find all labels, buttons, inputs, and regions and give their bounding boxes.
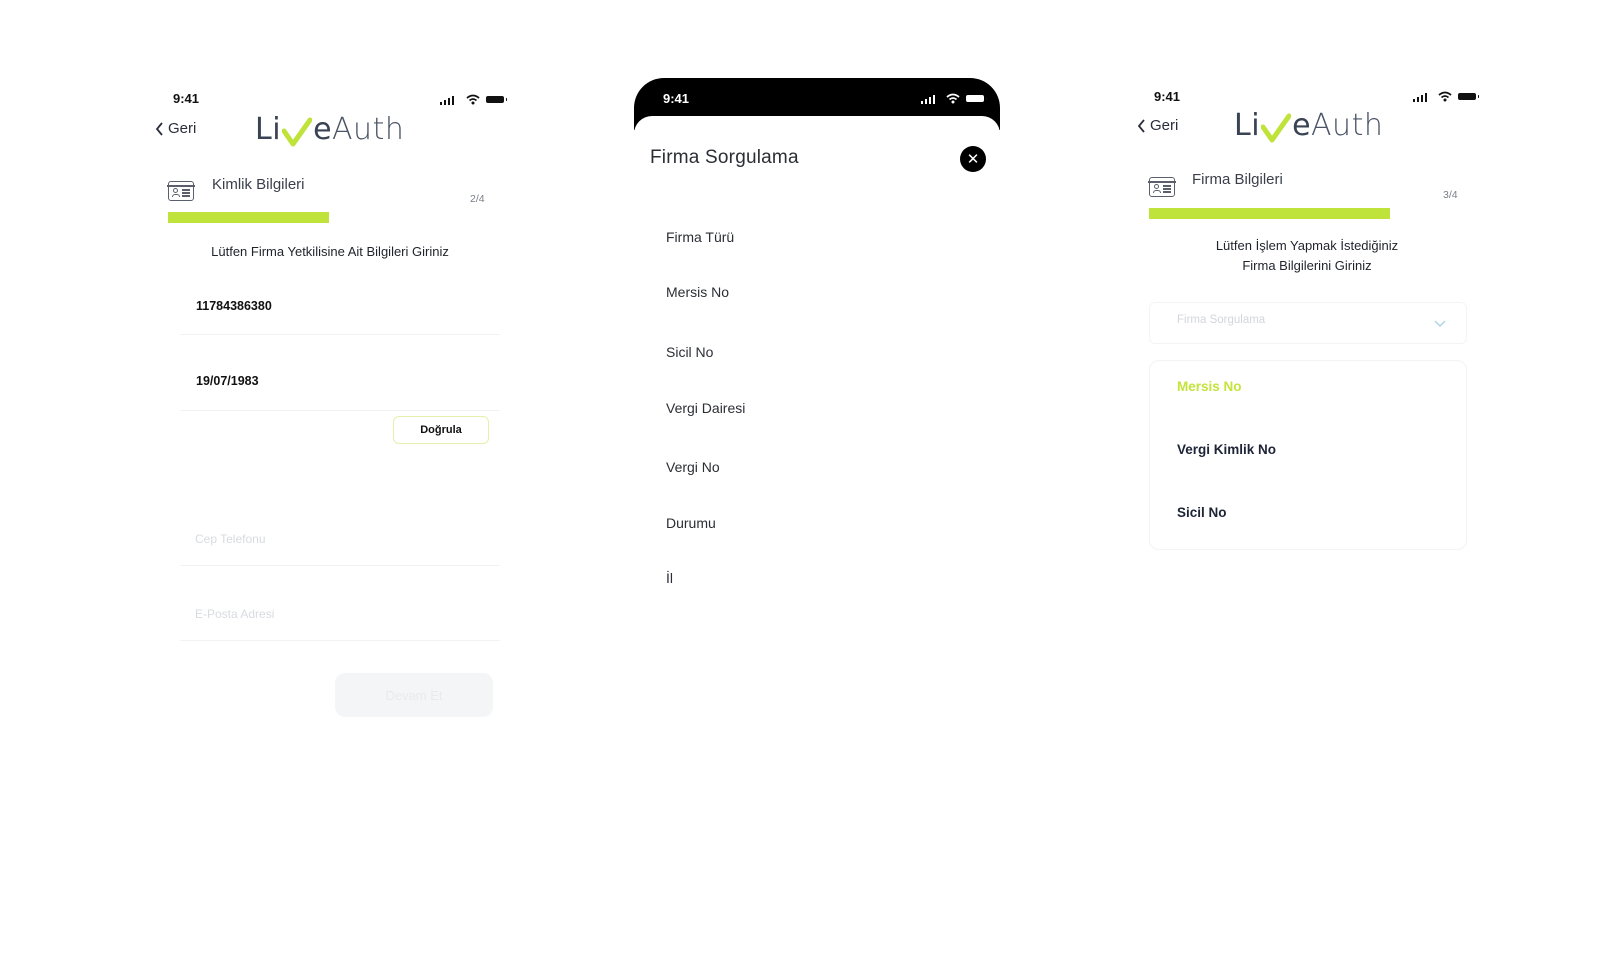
back-button[interactable]: Geri (155, 120, 196, 137)
back-button[interactable]: Geri (1137, 117, 1178, 134)
section-title: Firma Bilgileri (1192, 171, 1283, 188)
check-logo-mark (282, 117, 313, 147)
dropdown-options: Mersis No Vergi Kimlik No Sicil No (1149, 360, 1467, 550)
chevron-left-icon (1137, 118, 1145, 133)
email-input[interactable]: E-Posta Adresi (195, 607, 274, 621)
status-time: 9:41 (1154, 89, 1181, 104)
instruction-text: Lütfen İşlem Yapmak İstediğiniz Firma Bi… (1215, 238, 1399, 273)
field-tax-office: Vergi Dairesi (666, 400, 746, 416)
option-registry-no[interactable]: Sicil No (1177, 505, 1227, 520)
field-tax-no: Vergi No (666, 459, 720, 475)
phone-input[interactable]: Cep Telefonu (195, 532, 266, 546)
tc-number-field[interactable]: 11784386380 (196, 299, 486, 313)
field-status: Durumu (666, 515, 716, 531)
progress-bar (1149, 208, 1390, 219)
liveauth-logo: Li e Auth (1234, 108, 1384, 143)
signal-icon (440, 96, 454, 105)
continue-button[interactable]: Devam Et (335, 673, 493, 717)
close-icon[interactable]: ✕ (960, 146, 986, 172)
battery-icon (1458, 93, 1479, 100)
field-divider (180, 565, 500, 566)
field-company-type: Firma Türü (666, 229, 735, 245)
check-logo-mark (1261, 113, 1292, 143)
screen-company-query-modal: 9:41 Firma Sorgulama ✕ Firma Türü Mersis… (634, 78, 1000, 638)
progress-bar (168, 212, 329, 223)
company-query-dropdown[interactable]: Firma Sorgulama (1149, 302, 1467, 344)
step-indicator: 2/4 (470, 193, 485, 205)
step-indicator: 3/4 (1443, 189, 1458, 201)
id-card-icon (167, 181, 195, 201)
wifi-icon (1438, 91, 1452, 102)
verify-button[interactable]: Doğrula (393, 416, 489, 444)
option-tax-id-no[interactable]: Vergi Kimlik No (1177, 442, 1276, 457)
field-province: İl (666, 570, 673, 586)
status-time: 9:41 (173, 91, 200, 106)
signal-icon (1413, 93, 1427, 102)
wifi-icon (946, 93, 960, 104)
field-registry-no: Sicil No (666, 344, 714, 360)
id-card-icon (1148, 177, 1176, 197)
liveauth-logo: Li e Auth (255, 112, 405, 147)
modal-title: Firma Sorgulama (650, 147, 799, 168)
field-mersis-no: Mersis No (666, 284, 730, 300)
option-mersis-no[interactable]: Mersis No (1177, 379, 1242, 394)
back-label: Geri (168, 120, 197, 137)
back-label: Geri (1150, 117, 1179, 134)
field-divider (180, 334, 500, 335)
wifi-icon (466, 94, 480, 105)
chevron-down-icon (1434, 320, 1446, 327)
chevron-left-icon (155, 121, 163, 136)
section-title: Kimlik Bilgileri (212, 176, 305, 193)
instruction-text: Lütfen Firma Yetkilisine Ait Bilgileri G… (211, 244, 449, 259)
signal-icon (921, 95, 935, 104)
status-time: 9:41 (663, 91, 690, 106)
field-divider (180, 410, 500, 411)
field-divider (180, 640, 500, 641)
screen-identity-info: 9:41 Geri Li e Auth Kimlik Bilgileri 2/4 … (150, 80, 530, 740)
screen-company-info: 9:41 Geri Li e Auth Firma Bilgileri 3/4 L… (1130, 78, 1500, 738)
battery-icon (486, 96, 507, 103)
dropdown-placeholder: Firma Sorgulama (1177, 314, 1266, 326)
battery-icon (966, 95, 987, 102)
birthdate-field[interactable]: 19/07/1983 (196, 374, 486, 388)
